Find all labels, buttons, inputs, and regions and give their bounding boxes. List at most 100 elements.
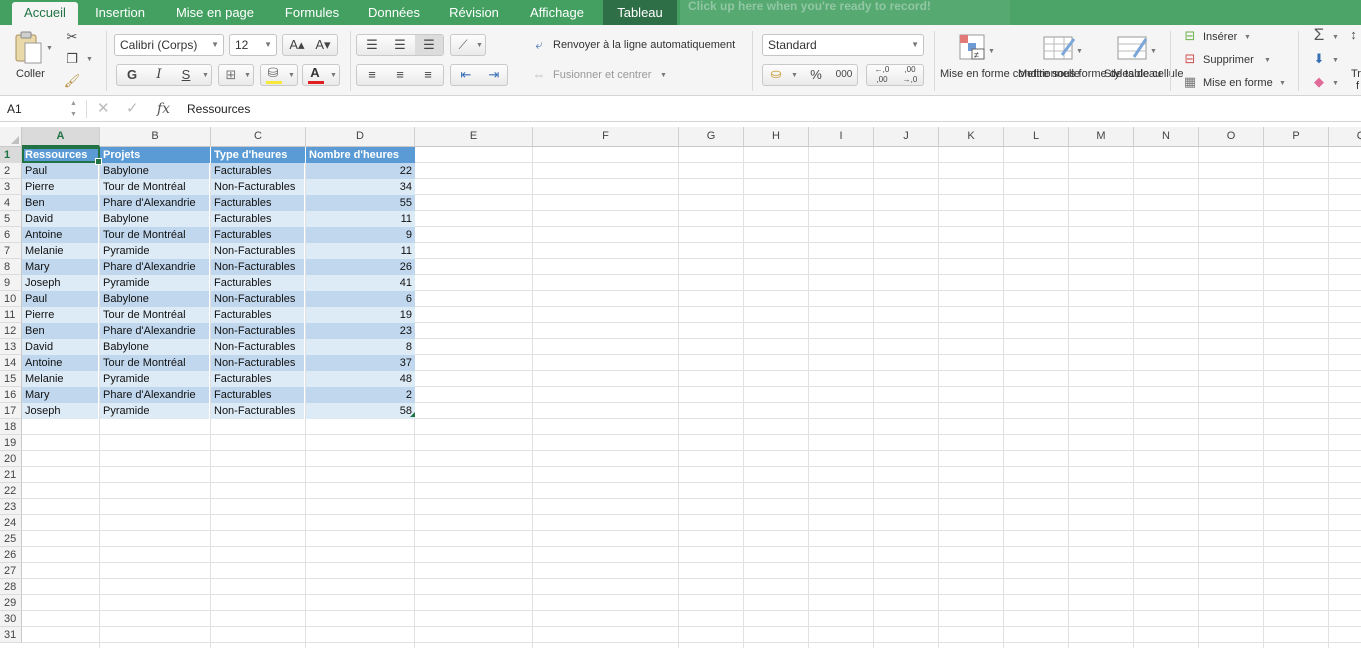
table-cell[interactable]: 2 — [306, 387, 415, 403]
row-header[interactable]: 28 — [0, 579, 22, 595]
paste-dropdown-icon[interactable]: ▼ — [46, 45, 53, 52]
conditional-format-button[interactable]: ≠ ▼ — [956, 33, 996, 65]
recording-banner[interactable]: Click up here when you're ready to recor… — [680, 0, 1010, 25]
table-cell[interactable]: 41 — [306, 275, 415, 291]
table-cell[interactable]: Facturables — [211, 371, 305, 387]
table-cell[interactable]: Antoine — [22, 227, 99, 243]
table-cell[interactable]: Babylone — [100, 211, 210, 227]
paste-button[interactable] — [12, 31, 44, 65]
row-header[interactable]: 1 — [0, 147, 22, 163]
table-cell[interactable]: 58 — [306, 403, 415, 419]
tab-insertion[interactable]: Insertion — [84, 0, 156, 25]
wrap-text-button[interactable]: Renvoyer à la ligne automatiquement — [553, 39, 735, 51]
table-cell[interactable]: Facturables — [211, 307, 305, 323]
insert-cells-button[interactable]: Insérer — [1203, 31, 1237, 43]
table-cell[interactable]: 22 — [306, 163, 415, 179]
align-left-icon[interactable]: ≡ — [359, 65, 385, 85]
table-cell[interactable]: Facturables — [211, 275, 305, 291]
spreadsheet-grid[interactable]: Ressources Projets Type d'heures Nombre d'h… — [0, 123, 1361, 648]
column-header-h[interactable]: H — [744, 127, 809, 147]
delete-cells-icon[interactable]: ⊟ — [1180, 49, 1200, 69]
tab-accueil[interactable]: Accueil — [12, 2, 78, 25]
table-cell[interactable]: Tour de Montréal — [100, 227, 210, 243]
row-header[interactable]: 19 — [0, 435, 22, 451]
table-cell[interactable]: Phare d'Alexandrie — [100, 387, 210, 403]
autosum-icon[interactable]: Σ — [1308, 25, 1330, 45]
align-top-icon[interactable]: ☰ — [359, 35, 385, 55]
copy-icon[interactable]: ❐ — [62, 49, 82, 69]
table-cell[interactable]: Non-Facturables — [211, 355, 305, 371]
percent-button[interactable]: % — [805, 65, 827, 85]
table-cell[interactable]: 37 — [306, 355, 415, 371]
table-cell[interactable]: Pyramide — [100, 243, 210, 259]
table-cell[interactable]: Joseph — [22, 403, 99, 419]
font-name-select[interactable]: Calibri (Corps) ▼ — [114, 34, 224, 56]
tab-revision[interactable]: Révision — [438, 0, 510, 25]
table-header-cell[interactable]: Type d'heures — [211, 147, 306, 163]
table-cell[interactable]: Melanie — [22, 371, 99, 387]
increase-decimal-icon[interactable]: ←,0,00 — [869, 65, 895, 85]
row-header[interactable]: 10 — [0, 291, 22, 307]
row-header[interactable]: 3 — [0, 179, 22, 195]
table-cell[interactable]: Phare d'Alexandrie — [100, 323, 210, 339]
table-cell[interactable]: Facturables — [211, 163, 305, 179]
table-cell[interactable]: Non-Facturables — [211, 403, 305, 419]
table-cell[interactable]: Pierre — [22, 307, 99, 323]
table-cell[interactable]: Babylone — [100, 291, 210, 307]
decrease-decimal-icon[interactable]: ,00 →,0 — [897, 65, 923, 85]
sort-filter-icon[interactable]: ↕ — [1346, 25, 1361, 45]
name-box[interactable]: A1 — [0, 98, 66, 120]
table-cell[interactable]: Paul — [22, 291, 99, 307]
chevron-down-icon[interactable]: ▼ — [1332, 34, 1339, 41]
table-cell[interactable]: Facturables — [211, 195, 305, 211]
column-header-a[interactable]: A — [22, 127, 100, 147]
table-cell[interactable]: Paul — [22, 163, 99, 179]
increase-indent-icon[interactable]: ⇥ — [481, 65, 507, 85]
row-header[interactable]: 18 — [0, 419, 22, 435]
table-cell[interactable]: Facturables — [211, 227, 305, 243]
row-header[interactable]: 23 — [0, 499, 22, 515]
column-header-q[interactable]: Q — [1329, 127, 1361, 147]
column-header-p[interactable]: P — [1264, 127, 1329, 147]
underline-button[interactable]: S — [174, 65, 198, 85]
row-header[interactable]: 2 — [0, 163, 22, 179]
column-header-c[interactable]: C — [211, 127, 306, 147]
delete-cells-button[interactable]: Supprimer — [1203, 54, 1254, 66]
table-cell[interactable]: Pyramide — [100, 275, 210, 291]
row-header[interactable]: 9 — [0, 275, 22, 291]
column-header-j[interactable]: J — [874, 127, 939, 147]
tab-formules[interactable]: Formules — [274, 0, 350, 25]
tab-mise-en-page[interactable]: Mise en page — [164, 0, 266, 25]
insert-cells-icon[interactable]: ⊟ — [1180, 26, 1200, 46]
format-as-table-button[interactable]: ▼ — [1040, 33, 1084, 65]
increase-font-icon[interactable]: A▴ — [285, 35, 309, 55]
chevron-down-icon[interactable]: ▼ — [1332, 80, 1339, 87]
table-cell[interactable]: Phare d'Alexandrie — [100, 195, 210, 211]
row-header[interactable]: 27 — [0, 563, 22, 579]
table-cell[interactable]: 9 — [306, 227, 415, 243]
table-cell[interactable]: Non-Facturables — [211, 339, 305, 355]
table-cell[interactable]: Pyramide — [100, 403, 210, 419]
clear-icon[interactable]: ◆ — [1308, 72, 1330, 92]
table-cell[interactable]: 26 — [306, 259, 415, 275]
row-header[interactable]: 4 — [0, 195, 22, 211]
row-header[interactable]: 17 — [0, 403, 22, 419]
table-cell[interactable]: Ben — [22, 195, 99, 211]
name-box-arrows-icon[interactable]: ▲ ▼ — [70, 98, 77, 120]
formula-input[interactable]: Ressources — [187, 98, 250, 120]
table-resize-handle[interactable] — [410, 412, 415, 417]
row-header[interactable]: 6 — [0, 227, 22, 243]
table-cell[interactable]: Non-Facturables — [211, 259, 305, 275]
table-cell[interactable]: Mary — [22, 387, 99, 403]
thousands-button[interactable]: 000 — [831, 65, 857, 85]
underline-dropdown-icon[interactable]: ▼ — [202, 72, 209, 79]
table-cell[interactable]: 8 — [306, 339, 415, 355]
table-cell[interactable]: Babylone — [100, 339, 210, 355]
row-header[interactable]: 13 — [0, 339, 22, 355]
format-painter-icon[interactable]: 🖌 — [62, 71, 82, 91]
chevron-down-icon[interactable]: ▼ — [1332, 57, 1339, 64]
table-cell[interactable]: 6 — [306, 291, 415, 307]
table-cell[interactable]: Tour de Montréal — [100, 307, 210, 323]
fill-icon[interactable]: ⬇ — [1308, 49, 1330, 69]
row-header[interactable]: 16 — [0, 387, 22, 403]
